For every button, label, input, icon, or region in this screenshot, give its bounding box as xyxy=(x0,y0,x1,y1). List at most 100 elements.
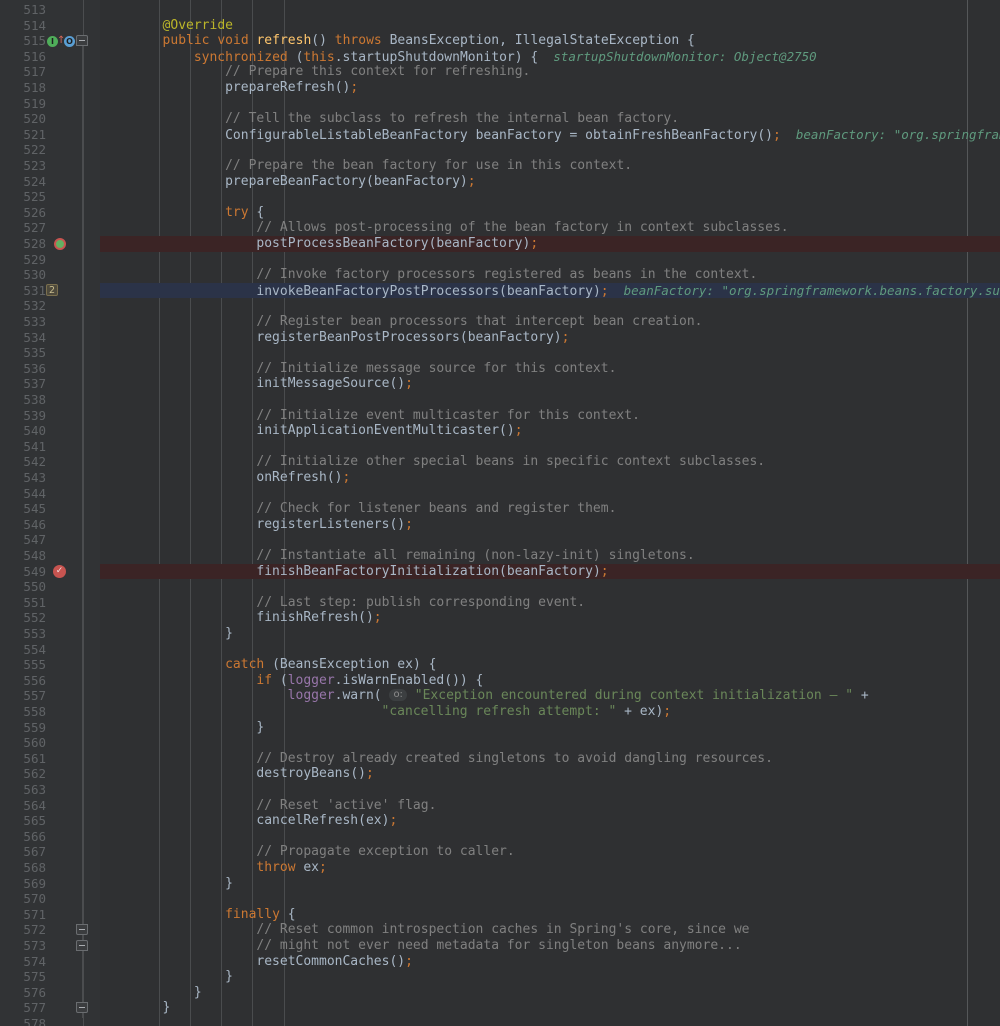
code-line[interactable]: // Invoke factory processors registered … xyxy=(0,267,1000,283)
fold-collapse-icon[interactable] xyxy=(76,940,88,951)
code-line[interactable]: // might not ever need metadata for sing… xyxy=(0,938,1000,954)
code-line[interactable]: } xyxy=(0,626,1000,642)
code-editor-pane[interactable]: @Overridepublic void refresh() throws Be… xyxy=(0,0,1000,1026)
line-number[interactable]: 527 xyxy=(0,220,46,236)
code-line[interactable]: try { xyxy=(0,205,1000,221)
code-line[interactable]: // Initialize event multicaster for this… xyxy=(0,408,1000,424)
code-line[interactable]: registerBeanPostProcessors(beanFactory); xyxy=(0,330,1000,346)
line-number[interactable]: 569 xyxy=(0,876,46,892)
line-number[interactable]: 525 xyxy=(0,189,46,205)
line-number[interactable]: 559 xyxy=(0,720,46,736)
code-line[interactable]: @Override xyxy=(0,18,1000,34)
line-number[interactable]: 558 xyxy=(0,704,46,720)
code-line[interactable]: if (logger.isWarnEnabled()) { xyxy=(0,673,1000,689)
line-number[interactable]: 524 xyxy=(0,174,46,190)
code-line[interactable]: // Instantiate all remaining (non-lazy-i… xyxy=(0,548,1000,564)
line-number[interactable]: 541 xyxy=(0,439,46,455)
line-number[interactable]: 520 xyxy=(0,111,46,127)
line-number[interactable]: 535 xyxy=(0,345,46,361)
code-line[interactable] xyxy=(0,345,1000,361)
code-line[interactable]: // Prepare this context for refreshing. xyxy=(0,64,1000,80)
code-line[interactable] xyxy=(0,642,1000,658)
line-number[interactable]: 536 xyxy=(0,361,46,377)
code-line[interactable]: // Initialize message source for this co… xyxy=(0,361,1000,377)
code-line[interactable]: prepareRefresh(); xyxy=(0,80,1000,96)
code-line[interactable]: initApplicationEventMulticaster(); xyxy=(0,423,1000,439)
line-number[interactable]: 523 xyxy=(0,158,46,174)
code-line[interactable]: // Initialize other special beans in spe… xyxy=(0,454,1000,470)
line-number[interactable]: 552 xyxy=(0,610,46,626)
line-number[interactable]: 576 xyxy=(0,985,46,1001)
line-number[interactable]: 538 xyxy=(0,392,46,408)
line-number[interactable]: 570 xyxy=(0,891,46,907)
parameter-name-hint[interactable]: o: xyxy=(389,689,407,701)
line-number[interactable]: 513 xyxy=(0,2,46,18)
line-number[interactable]: 566 xyxy=(0,829,46,845)
code-line[interactable]: initMessageSource(); xyxy=(0,376,1000,392)
code-line[interactable]: // Check for listener beans and register… xyxy=(0,501,1000,517)
line-number[interactable]: 554 xyxy=(0,642,46,658)
code-line[interactable] xyxy=(0,2,1000,18)
line-number[interactable]: 578 xyxy=(0,1016,46,1026)
line-number[interactable]: 539 xyxy=(0,408,46,424)
code-line[interactable]: finishBeanFactoryInitialization(beanFact… xyxy=(0,564,1000,580)
line-number[interactable]: 561 xyxy=(0,751,46,767)
line-number[interactable]: 549 xyxy=(0,564,46,580)
line-number[interactable]: 562 xyxy=(0,766,46,782)
code-line[interactable]: public void refresh() throws BeansExcept… xyxy=(0,33,1000,49)
code-line[interactable]: // Propagate exception to caller. xyxy=(0,844,1000,860)
code-line[interactable] xyxy=(0,891,1000,907)
line-number[interactable]: 563 xyxy=(0,782,46,798)
fold-collapse-icon[interactable] xyxy=(76,924,88,935)
line-number[interactable]: 516 xyxy=(0,49,46,65)
hit-count-badge-icon[interactable]: 2 xyxy=(46,284,58,296)
line-number[interactable]: 564 xyxy=(0,798,46,814)
line-number[interactable]: 517 xyxy=(0,64,46,80)
code-line[interactable]: ConfigurableListableBeanFactory beanFact… xyxy=(0,127,1000,143)
line-number[interactable]: 531 xyxy=(0,283,46,299)
line-number[interactable]: 533 xyxy=(0,314,46,330)
line-number[interactable]: 557 xyxy=(0,688,46,704)
code-line[interactable]: // Prepare the bean factory for use in t… xyxy=(0,158,1000,174)
code-line[interactable]: prepareBeanFactory(beanFactory); xyxy=(0,174,1000,190)
line-number[interactable]: 546 xyxy=(0,517,46,533)
line-number[interactable]: 532 xyxy=(0,298,46,314)
code-line[interactable] xyxy=(0,298,1000,314)
line-number[interactable]: 572 xyxy=(0,922,46,938)
code-line[interactable]: logger.warn( o: "Exception encountered d… xyxy=(0,688,1000,704)
code-line[interactable]: // Reset common introspection caches in … xyxy=(0,922,1000,938)
code-line[interactable]: // Tell the subclass to refresh the inte… xyxy=(0,111,1000,127)
line-number[interactable]: 550 xyxy=(0,579,46,595)
code-line[interactable] xyxy=(0,735,1000,751)
debugger-value-hint[interactable]: beanFactory: "org.springframework.beans.… xyxy=(609,283,1000,298)
line-number[interactable]: 537 xyxy=(0,376,46,392)
line-number[interactable]: 540 xyxy=(0,423,46,439)
line-number[interactable]: 573 xyxy=(0,938,46,954)
code-line[interactable] xyxy=(0,252,1000,268)
code-line[interactable]: // Last step: publish corresponding even… xyxy=(0,595,1000,611)
line-number[interactable]: 521 xyxy=(0,127,46,143)
debugger-value-hint[interactable]: beanFactory: "org.springframework.beans. xyxy=(781,127,1000,142)
line-number[interactable]: 515 xyxy=(0,33,46,49)
line-number[interactable]: 528 xyxy=(0,236,46,252)
code-line[interactable]: } xyxy=(0,1000,1000,1016)
code-line[interactable]: } xyxy=(0,985,1000,1001)
code-line[interactable] xyxy=(0,439,1000,455)
line-number[interactable]: 547 xyxy=(0,532,46,548)
code-line[interactable]: synchronized (this.startupShutdownMonito… xyxy=(0,49,1000,65)
code-line[interactable]: } xyxy=(0,969,1000,985)
line-number[interactable]: 574 xyxy=(0,954,46,970)
fold-collapse-icon[interactable] xyxy=(76,1002,88,1013)
line-number[interactable]: 548 xyxy=(0,548,46,564)
line-number[interactable]: 575 xyxy=(0,969,46,985)
line-number[interactable]: 519 xyxy=(0,96,46,112)
code-line[interactable] xyxy=(0,189,1000,205)
line-number[interactable]: 544 xyxy=(0,486,46,502)
code-line[interactable]: finally { xyxy=(0,907,1000,923)
code-line[interactable]: } xyxy=(0,720,1000,736)
line-number[interactable]: 514 xyxy=(0,18,46,34)
code-line[interactable] xyxy=(0,142,1000,158)
code-line[interactable]: resetCommonCaches(); xyxy=(0,954,1000,970)
code-line[interactable]: onRefresh(); xyxy=(0,470,1000,486)
code-line[interactable]: destroyBeans(); xyxy=(0,766,1000,782)
